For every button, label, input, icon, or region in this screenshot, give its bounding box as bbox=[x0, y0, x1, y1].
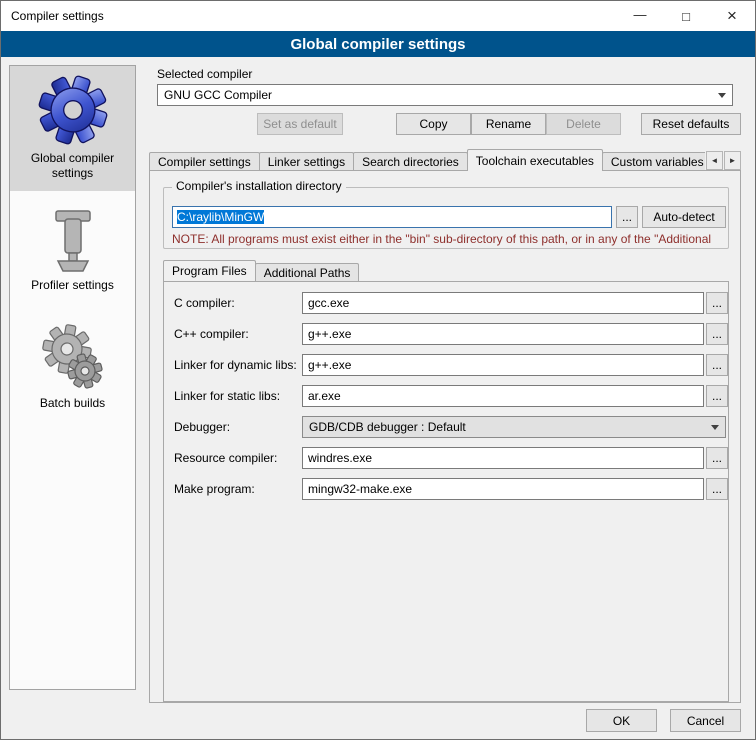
tab-compiler-settings[interactable]: Compiler settings bbox=[149, 152, 260, 171]
minimize-button[interactable]: — bbox=[617, 1, 663, 31]
field-row-make-program: Make program: ... bbox=[164, 478, 728, 500]
installation-directory-group-label: Compiler's installation directory bbox=[172, 179, 346, 193]
profiler-tool-icon bbox=[44, 209, 102, 273]
field-row-resource-compiler: Resource compiler: ... bbox=[164, 447, 728, 469]
titlebar: Compiler settings — □ × bbox=[1, 1, 755, 31]
installation-directory-input[interactable]: C:\raylib\MinGW bbox=[172, 206, 612, 228]
field-row-debugger: Debugger: GDB/CDB debugger : Default bbox=[164, 416, 728, 438]
make-program-browse-button[interactable]: ... bbox=[706, 478, 728, 500]
installation-directory-value: C:\raylib\MinGW bbox=[177, 210, 264, 224]
field-row-c-compiler: C compiler: ... bbox=[164, 292, 728, 314]
maximize-button[interactable]: □ bbox=[663, 1, 709, 31]
close-icon: × bbox=[727, 6, 737, 26]
dynamic-linker-browse-button[interactable]: ... bbox=[706, 354, 728, 376]
gray-gears-icon bbox=[41, 323, 105, 391]
tab-toolchain-executables[interactable]: Toolchain executables bbox=[467, 149, 603, 171]
c-compiler-browse-button[interactable]: ... bbox=[706, 292, 728, 314]
toolchain-executables-panel: Compiler's installation directory C:\ray… bbox=[149, 170, 741, 703]
cpp-compiler-browse-button[interactable]: ... bbox=[706, 323, 728, 345]
sidebar-item-profiler-settings[interactable]: Profiler settings bbox=[10, 201, 135, 303]
field-row-dynamic-linker: Linker for dynamic libs: ... bbox=[164, 354, 728, 376]
dynamic-linker-label: Linker for dynamic libs: bbox=[174, 354, 297, 376]
selected-compiler-value: GNU GCC Compiler bbox=[164, 88, 272, 102]
delete-button[interactable]: Delete bbox=[546, 113, 621, 135]
field-row-static-linker: Linker for static libs: ... bbox=[164, 385, 728, 407]
c-compiler-input[interactable] bbox=[302, 292, 704, 314]
installation-note-text: NOTE: All programs must exist either in … bbox=[172, 232, 728, 246]
subtab-program-files[interactable]: Program Files bbox=[163, 260, 256, 281]
dialog-header: Global compiler settings bbox=[1, 31, 755, 57]
blue-gear-icon bbox=[38, 74, 108, 146]
tab-scroll-left-icon[interactable]: ◄ bbox=[706, 151, 723, 170]
cpp-compiler-input[interactable] bbox=[302, 323, 704, 345]
sidebar-item-label: Batch builds bbox=[40, 396, 105, 411]
chevron-down-icon bbox=[706, 418, 724, 436]
static-linker-input[interactable] bbox=[302, 385, 704, 407]
tab-scroll-arrows: ◄ ► bbox=[705, 151, 741, 170]
auto-detect-button[interactable]: Auto-detect bbox=[642, 206, 726, 228]
installation-directory-browse-button[interactable]: ... bbox=[616, 206, 638, 228]
set-as-default-button[interactable]: Set as default bbox=[257, 113, 343, 135]
tab-scroll-right-icon[interactable]: ► bbox=[724, 151, 741, 170]
debugger-combobox[interactable]: GDB/CDB debugger : Default bbox=[302, 416, 726, 438]
selected-compiler-combobox[interactable]: GNU GCC Compiler bbox=[157, 84, 733, 106]
selected-compiler-label: Selected compiler bbox=[157, 67, 252, 81]
resource-compiler-input[interactable] bbox=[302, 447, 704, 469]
maximize-icon: □ bbox=[682, 9, 690, 24]
window-title: Compiler settings bbox=[1, 9, 104, 23]
tab-strip: Compiler settings Linker settings Search… bbox=[149, 149, 705, 171]
close-button[interactable]: × bbox=[709, 1, 755, 31]
debugger-label: Debugger: bbox=[174, 416, 230, 438]
resource-compiler-label: Resource compiler: bbox=[174, 447, 277, 469]
tab-custom-variables[interactable]: Custom variables bbox=[602, 152, 705, 171]
static-linker-label: Linker for static libs: bbox=[174, 385, 280, 407]
make-program-input[interactable] bbox=[302, 478, 704, 500]
resource-compiler-browse-button[interactable]: ... bbox=[706, 447, 728, 469]
make-program-label: Make program: bbox=[174, 478, 255, 500]
dialog-header-title: Global compiler settings bbox=[290, 36, 465, 53]
window-controls: — □ × bbox=[617, 1, 755, 31]
sidebar-item-label: Profiler settings bbox=[31, 278, 114, 293]
tab-linker-settings[interactable]: Linker settings bbox=[259, 152, 354, 171]
rename-button[interactable]: Rename bbox=[471, 113, 546, 135]
sidebar-item-label: Global compiler settings bbox=[13, 151, 132, 181]
subtab-additional-paths[interactable]: Additional Paths bbox=[255, 263, 360, 281]
sidebar-item-global-compiler-settings[interactable]: Global compiler settings bbox=[10, 66, 135, 191]
ok-button[interactable]: OK bbox=[586, 709, 657, 732]
c-compiler-label: C compiler: bbox=[174, 292, 235, 314]
debugger-value: GDB/CDB debugger : Default bbox=[309, 420, 466, 434]
cpp-compiler-label: C++ compiler: bbox=[174, 323, 249, 345]
chevron-down-icon bbox=[713, 86, 731, 104]
main-tabbar: Compiler settings Linker settings Search… bbox=[149, 149, 741, 171]
dynamic-linker-input[interactable] bbox=[302, 354, 704, 376]
compiler-settings-dialog: Compiler settings — □ × Global compiler … bbox=[0, 0, 756, 740]
settings-sidebar: Global compiler settings Profiler settin… bbox=[9, 65, 136, 690]
copy-button[interactable]: Copy bbox=[396, 113, 471, 135]
program-files-panel: C compiler: ... C++ compiler: ... Linker… bbox=[163, 281, 729, 702]
minimize-icon: — bbox=[634, 7, 647, 22]
toolchain-subtabbar: Program Files Additional Paths bbox=[163, 260, 358, 281]
cancel-button[interactable]: Cancel bbox=[670, 709, 741, 732]
sidebar-item-batch-builds[interactable]: Batch builds bbox=[10, 315, 135, 421]
static-linker-browse-button[interactable]: ... bbox=[706, 385, 728, 407]
reset-defaults-button[interactable]: Reset defaults bbox=[641, 113, 741, 135]
tab-search-directories[interactable]: Search directories bbox=[353, 152, 468, 171]
installation-directory-groupbox: Compiler's installation directory C:\ray… bbox=[163, 187, 729, 249]
field-row-cpp-compiler: C++ compiler: ... bbox=[164, 323, 728, 345]
